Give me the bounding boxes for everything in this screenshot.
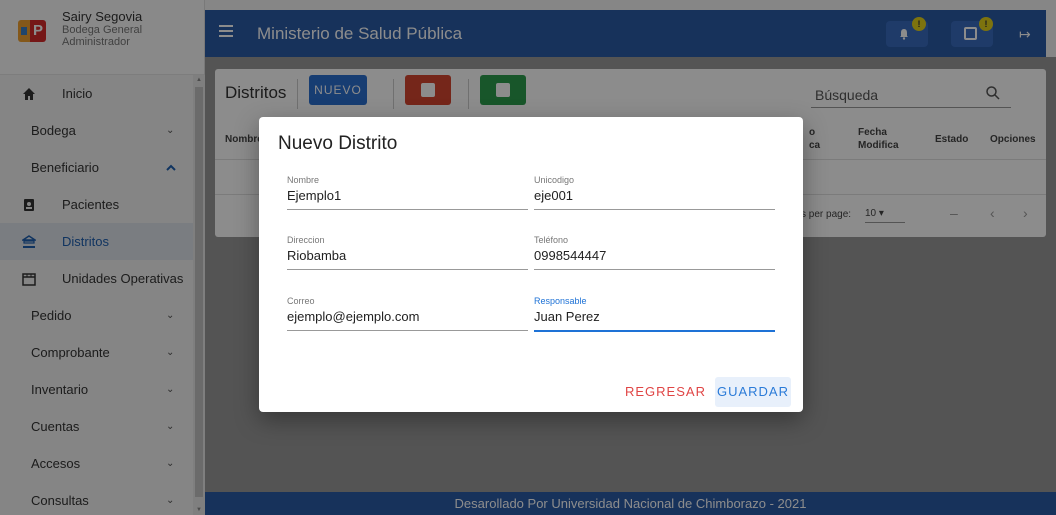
correo-input[interactable]: ejemplo@ejemplo.com <box>287 309 528 327</box>
responsable-field: Responsable Juan Perez <box>534 296 775 332</box>
direccion-field: Direccion Riobamba <box>287 235 528 270</box>
field-label: Correo <box>287 296 315 306</box>
unicodigo-field: Unicodigo eje001 <box>534 175 775 210</box>
unicodigo-input[interactable]: eje001 <box>534 188 775 206</box>
correo-field: Correo ejemplo@ejemplo.com <box>287 296 528 331</box>
telefono-input[interactable]: 0998544447 <box>534 248 775 266</box>
save-button[interactable]: GUARDAR <box>715 377 791 407</box>
field-label: Teléfono <box>534 235 569 245</box>
direccion-input[interactable]: Riobamba <box>287 248 528 266</box>
telefono-field: Teléfono 0998544447 <box>534 235 775 270</box>
nombre-field: Nombre Ejemplo1 <box>287 175 528 210</box>
field-label: Direccion <box>287 235 325 245</box>
nombre-input[interactable]: Ejemplo1 <box>287 188 528 206</box>
field-label: Unicodigo <box>534 175 575 185</box>
new-district-dialog: Nuevo Distrito Nombre Ejemplo1 Unicodigo… <box>259 117 803 412</box>
field-label: Responsable <box>534 296 587 306</box>
dialog-title: Nuevo Distrito <box>278 133 398 154</box>
field-label: Nombre <box>287 175 320 185</box>
responsable-input[interactable]: Juan Perez <box>534 309 775 327</box>
back-button[interactable]: REGRESAR <box>625 377 705 407</box>
